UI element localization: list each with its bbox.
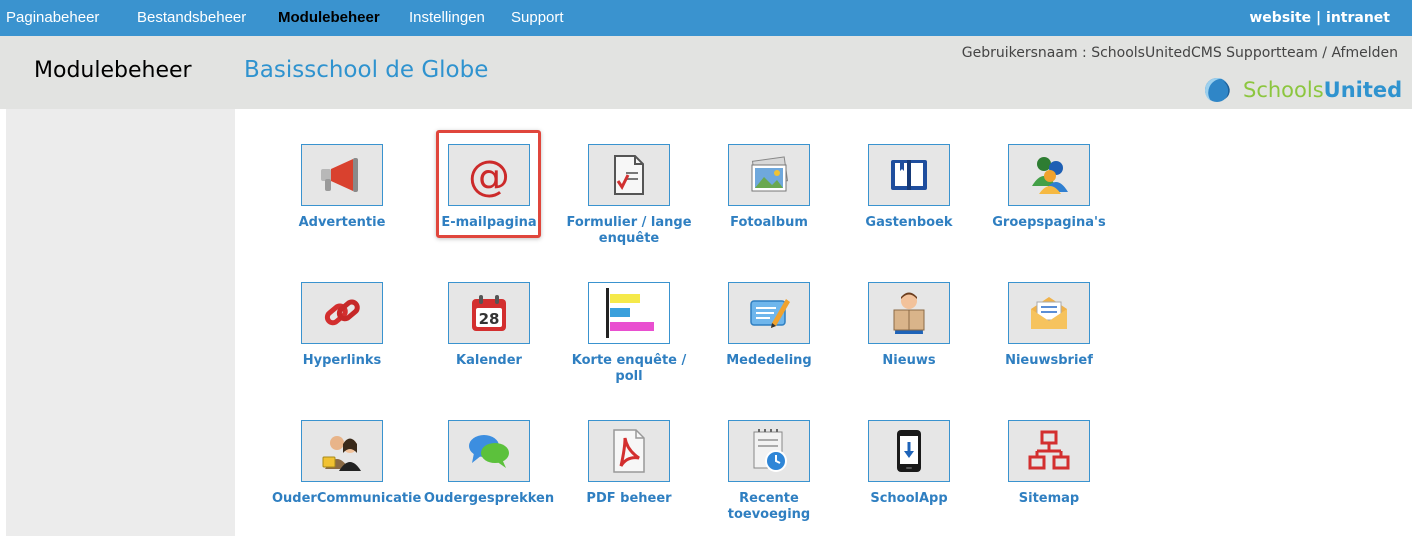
module-label: Groepspagina's [992,215,1106,230]
module-label: Sitemap [1018,491,1080,506]
form-icon [614,155,644,195]
left-sidebar [6,109,235,536]
module-label: Formulier / lange enquête [566,215,692,246]
pdf-icon [613,429,645,473]
photo-album-icon [751,156,789,192]
news-icon [893,292,925,334]
module-label: Fotoalbum [730,215,808,230]
module-label: Oudergesprekken [423,491,555,506]
module-label: Hyperlinks [302,353,382,368]
module-label: Gastenboek [865,215,953,230]
module-label: Kalender [456,353,522,368]
announcement-icon [750,299,790,328]
nav-instellingen[interactable]: Instellingen [409,0,485,36]
calendar-day: 28 [479,310,500,328]
nav-bestandsbeheer[interactable]: Bestandsbeheer [137,0,246,36]
module-label: Recente toevoeging [727,491,811,522]
nav-support[interactable]: Support [511,0,564,36]
username-label: Gebruikersnaam : SchoolsUnitedCMS Suppor… [961,45,1318,61]
module-icon-box [301,420,383,482]
module-icon-box [588,144,670,206]
module-icon-box [1008,282,1090,344]
module-icon-box [728,282,810,344]
section-title: Modulebeheer [34,58,192,83]
module-icon-box [588,282,670,344]
module-label: Nieuwsbrief [1005,353,1093,368]
newsletter-icon [1031,297,1067,329]
module-icon-box [448,420,530,482]
module-label: Mededeling [726,353,812,368]
parent-communication-icon [322,436,361,471]
chat-bubbles-icon [469,435,509,468]
user-separator: / [1322,45,1328,61]
module-icon-box [301,282,383,344]
megaphone-icon [321,158,358,192]
user-info: Gebruikersnaam : SchoolsUnitedCMS Suppor… [962,45,1398,61]
guestbook-icon [891,160,927,190]
environment-links: website | intranet [1249,0,1390,36]
logo-wordmark: SchoolsUnited [1243,77,1402,103]
sitemap-icon [1028,430,1070,470]
module-icon-box [1008,144,1090,206]
module-icon-box [588,420,670,482]
logo-part-united: United [1323,78,1403,102]
module-label: Advertentie [298,215,386,230]
nav-modulebeheer[interactable]: Modulebeheer [278,0,380,36]
website-link[interactable]: website [1249,10,1311,26]
logout-link[interactable]: Afmelden [1331,45,1398,61]
module-label: Nieuws [882,353,936,368]
poll-icon [606,288,654,338]
module-icon-box [868,420,950,482]
module-icon-box [728,144,810,206]
module-icon-box [868,282,950,344]
module-label: OuderCommunicatie [272,491,422,506]
selection-highlight [436,130,541,238]
top-navigation-bar: Paginabeheer Bestandsbeheer Modulebeheer… [0,0,1412,36]
module-label: SchoolApp [870,491,948,506]
module-icon-box [728,420,810,482]
module-icon-box: 28 [448,282,530,344]
link-icon [324,299,360,326]
group-icon [1032,157,1068,194]
phone-app-icon [897,430,921,472]
globe-logo-icon [1204,78,1230,102]
module-label: PDF beheer [586,491,672,506]
calendar-icon: 28 [472,295,506,331]
module-icon-box [1008,420,1090,482]
logo-part-schools: Schools [1243,78,1324,102]
nav-paginabeheer[interactable]: Paginabeheer [6,0,99,36]
school-name: Basisschool de Globe [244,57,489,83]
intranet-link[interactable]: intranet [1326,10,1390,26]
module-label: Korte enquête / poll [571,353,687,384]
module-icon-box [868,144,950,206]
recent-icon [753,429,787,472]
links-separator: | [1316,10,1322,26]
module-icon-box [301,144,383,206]
